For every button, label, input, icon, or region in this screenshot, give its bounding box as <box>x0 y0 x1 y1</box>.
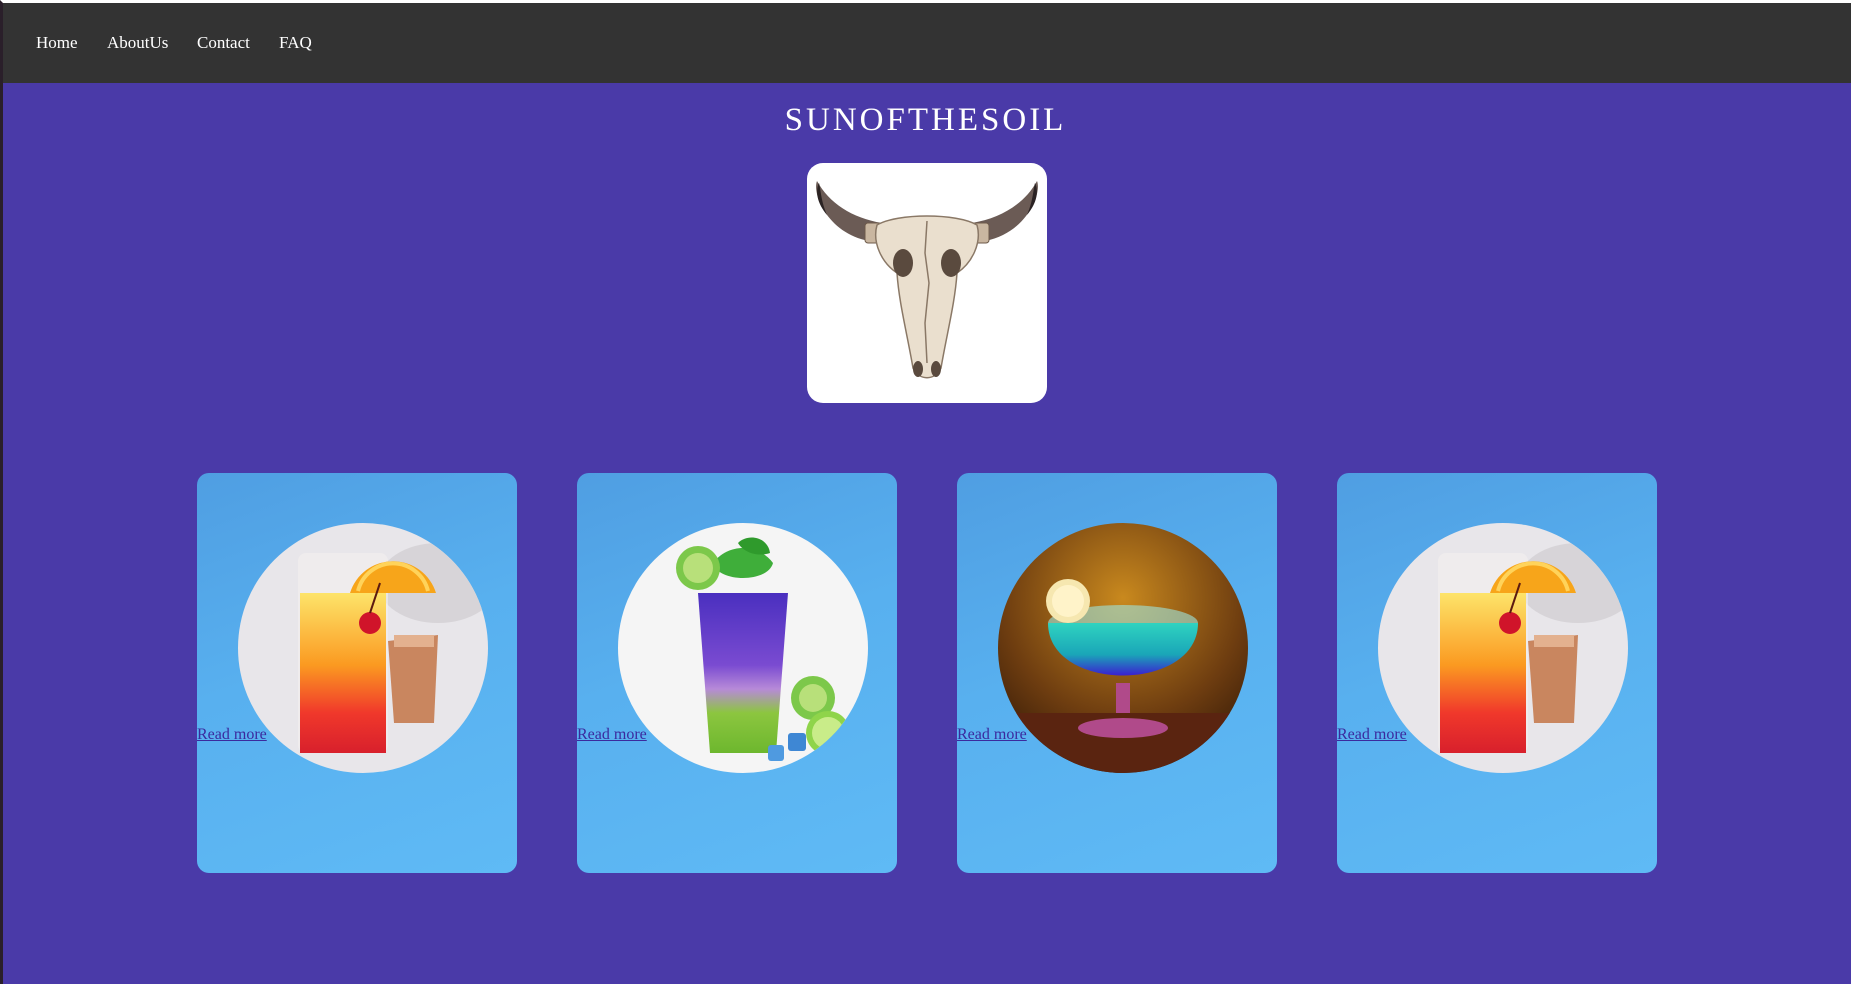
cocktail-card[interactable]: Read more <box>577 473 897 873</box>
nav-contact[interactable]: Contact <box>197 33 250 53</box>
cocktail-image <box>1378 523 1628 773</box>
cocktail-image <box>238 523 488 773</box>
logo <box>807 163 1047 403</box>
cocktail-card[interactable]: Read more <box>957 473 1277 873</box>
nav-faq[interactable]: FAQ <box>279 33 312 53</box>
read-more-link[interactable]: Read more <box>957 726 1027 744</box>
bull-skull-icon <box>816 181 1038 379</box>
cocktail-image <box>998 523 1248 773</box>
read-more-link[interactable]: Read more <box>577 726 647 744</box>
cocktail-card[interactable]: Read more <box>1337 473 1657 873</box>
cocktail-card[interactable]: Read more <box>197 473 517 873</box>
cocktail-image <box>618 523 868 773</box>
nav-home[interactable]: Home <box>36 33 78 53</box>
site-title: SUNOFTHESOIL <box>784 102 1067 138</box>
read-more-link[interactable]: Read more <box>1337 726 1407 744</box>
top-nav: Home AboutUs Contact FAQ <box>3 3 1851 83</box>
nav-about-us[interactable]: AboutUs <box>107 33 168 53</box>
read-more-link[interactable]: Read more <box>197 726 267 744</box>
